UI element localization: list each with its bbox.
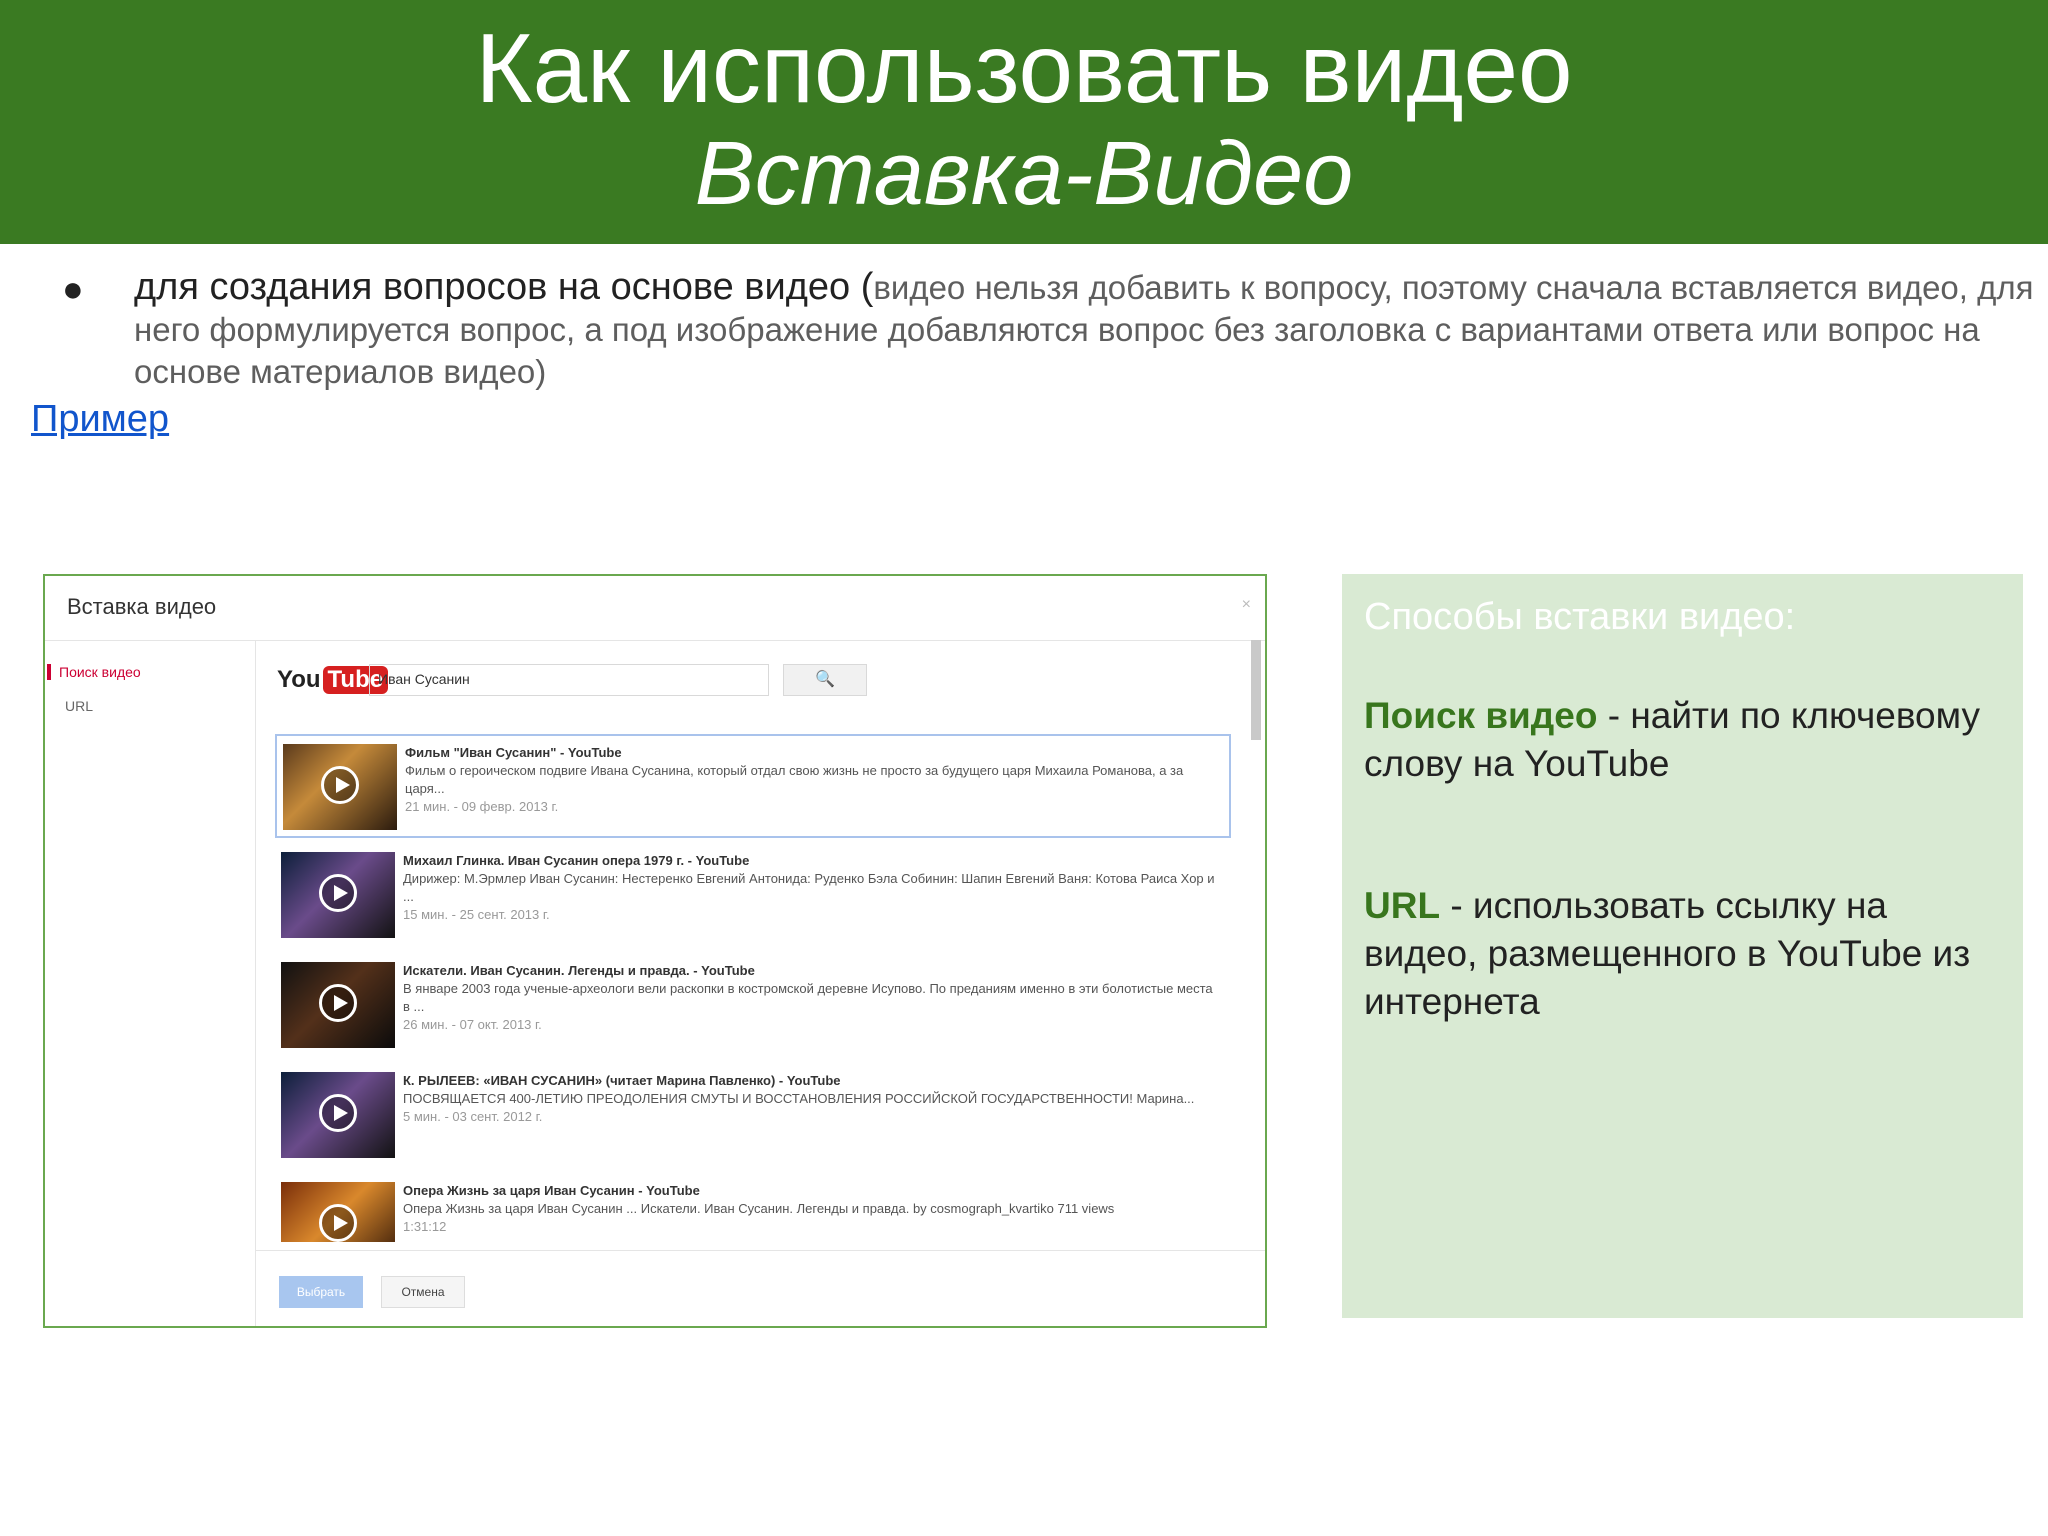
- search-icon: 🔍: [815, 671, 835, 688]
- result-title: Искатели. Иван Сусанин. Легенды и правда…: [403, 963, 755, 978]
- cancel-button[interactable]: Отмена: [381, 1276, 465, 1308]
- result-meta: 1:31:12: [403, 1219, 447, 1234]
- result-text: Михаил Глинка. Иван Сусанин опера 1979 г…: [403, 852, 1223, 924]
- result-description: В январе 2003 года ученые-археологи вели…: [403, 981, 1213, 1014]
- bullet-text: для создания вопросов на основе видео (в…: [134, 266, 2048, 393]
- video-thumbnail: [281, 1182, 395, 1242]
- close-icon[interactable]: ×: [1242, 596, 1251, 614]
- result-title: К. РЫЛЕЕВ: «ИВАН СУСАНИН» (читает Марина…: [403, 1073, 841, 1088]
- panel-title: Способы вставки видео:: [1364, 596, 1796, 638]
- result-text: Опера Жизнь за царя Иван Сусанин - YouTu…: [403, 1182, 1223, 1236]
- video-thumbnail: [283, 744, 397, 830]
- tab-url[interactable]: URL: [59, 698, 93, 714]
- video-thumbnail: [281, 1072, 395, 1158]
- search-button[interactable]: 🔍: [783, 664, 867, 696]
- video-result[interactable]: Опера Жизнь за царя Иван Сусанин - YouTu…: [275, 1174, 1231, 1242]
- bullet-lead: для создания вопросов на основе видео (: [134, 266, 874, 308]
- video-result[interactable]: К. РЫЛЕЕВ: «ИВАН СУСАНИН» (читает Марина…: [275, 1064, 1231, 1168]
- panel-term-url: URL: [1364, 885, 1441, 926]
- video-search-input[interactable]: Иван Сусанин: [369, 664, 769, 696]
- play-icon: [319, 984, 357, 1022]
- result-text: Фильм "Иван Сусанин" - YouTube Фильм о г…: [405, 744, 1225, 816]
- result-meta: 5 мин. - 03 сент. 2012 г.: [403, 1109, 543, 1124]
- video-result[interactable]: Фильм "Иван Сусанин" - YouTube Фильм о г…: [275, 734, 1231, 838]
- video-result[interactable]: Михаил Глинка. Иван Сусанин опера 1979 г…: [275, 844, 1231, 948]
- result-meta: 21 мин. - 09 февр. 2013 г.: [405, 799, 559, 814]
- result-title: Фильм "Иван Сусанин" - YouTube: [405, 745, 622, 760]
- youtube-logo-you: You: [277, 666, 321, 693]
- divider: [256, 1250, 1265, 1251]
- dialog-title: Вставка видео: [67, 594, 217, 619]
- result-title: Михаил Глинка. Иван Сусанин опера 1979 г…: [403, 853, 750, 868]
- select-button[interactable]: Выбрать: [279, 1276, 363, 1308]
- video-thumbnail: [281, 852, 395, 938]
- panel-term-search: Поиск видео: [1364, 695, 1598, 736]
- result-meta: 15 мин. - 25 сент. 2013 г.: [403, 907, 550, 922]
- result-meta: 26 мин. - 07 окт. 2013 г.: [403, 1017, 542, 1032]
- tab-search-video[interactable]: Поиск видео: [47, 664, 141, 680]
- example-link[interactable]: Пример: [31, 398, 169, 441]
- results-list: Фильм "Иван Сусанин" - YouTube Фильм о г…: [275, 734, 1235, 1242]
- play-icon: [319, 874, 357, 912]
- play-icon: [321, 766, 359, 804]
- slide-title: Как использовать видео: [475, 13, 1573, 123]
- play-icon: [319, 1094, 357, 1132]
- result-description: Дирижер: М.Эрмлер Иван Сусанин: Нестерен…: [403, 871, 1215, 904]
- result-title: Опера Жизнь за царя Иван Сусанин - YouTu…: [403, 1183, 700, 1198]
- scrollbar[interactable]: [1251, 640, 1261, 740]
- result-description: Фильм о героическом подвиге Ивана Сусани…: [405, 763, 1184, 796]
- dialog-sidebar: Поиск видео URL: [45, 640, 256, 1326]
- result-description: ПОСВЯЩАЕТСЯ 400-ЛЕТИЮ ПРЕОДОЛЕНИЯ СМУТЫ …: [403, 1091, 1195, 1106]
- result-text: К. РЫЛЕЕВ: «ИВАН СУСАНИН» (читает Марина…: [403, 1072, 1223, 1126]
- info-panel: Способы вставки видео: Поиск видео - най…: [1342, 574, 2023, 1318]
- insert-video-dialog-screenshot: Вставка видео × Поиск видео URL You Tube …: [43, 574, 1267, 1328]
- bullet-dot-icon: ●: [62, 268, 84, 309]
- panel-text-url: - использовать ссылку на видео, размещен…: [1364, 885, 1971, 1022]
- video-result[interactable]: Искатели. Иван Сусанин. Легенды и правда…: [275, 954, 1231, 1058]
- video-thumbnail: [281, 962, 395, 1048]
- result-description: Опера Жизнь за царя Иван Сусанин ... Иск…: [403, 1201, 1115, 1216]
- panel-item-search: Поиск видео - найти по ключевому слову н…: [1364, 692, 2004, 788]
- play-icon: [319, 1204, 357, 1242]
- slide-header: Как использовать видео Вставка-Видео: [0, 0, 2048, 244]
- panel-item-url: URL - использовать ссылку на видео, разм…: [1364, 882, 2004, 1026]
- result-text: Искатели. Иван Сусанин. Легенды и правда…: [403, 962, 1223, 1034]
- slide-subtitle: Вставка-Видео: [694, 124, 1354, 224]
